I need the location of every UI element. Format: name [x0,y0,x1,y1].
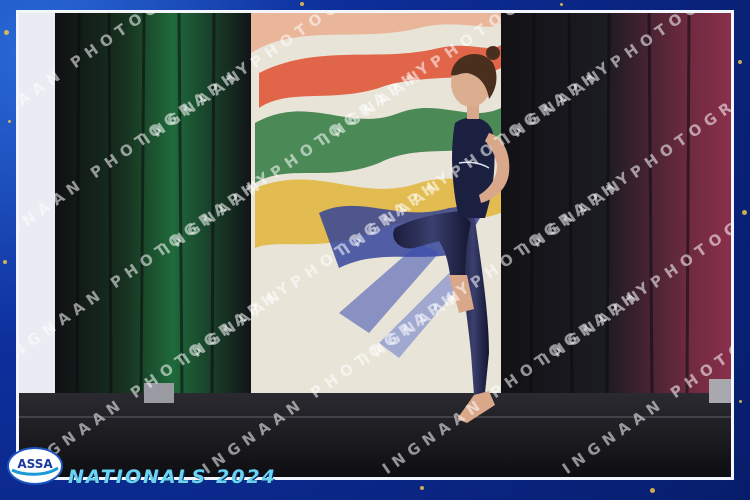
stage-light-left [144,383,174,403]
event-title: NATIONALS 2024 [68,466,277,488]
sparkle [650,488,655,493]
sparkle [420,486,424,490]
right-curtain [501,13,731,393]
side-wall [19,13,55,393]
stage-scene [19,13,731,477]
sparkle [3,260,7,264]
sparkle [300,2,304,6]
logo-text: ASSA [17,457,53,471]
sparkle [739,400,742,403]
sparkle [8,120,11,123]
stage-photo: INGNAAN PHOTOGRAPHY INGNAAN PHOTOGRAPHY … [16,10,734,480]
assa-logo: ASSA [7,447,63,485]
photo-frame: INGNAAN PHOTOGRAPHY INGNAAN PHOTOGRAPHY … [0,0,750,500]
sparkle [742,210,747,215]
stage-light-right [709,379,731,403]
left-curtain [55,13,251,393]
stage-floor [19,393,731,477]
sparkle [4,30,9,35]
sparkle [560,3,563,6]
sparkle [738,60,742,64]
